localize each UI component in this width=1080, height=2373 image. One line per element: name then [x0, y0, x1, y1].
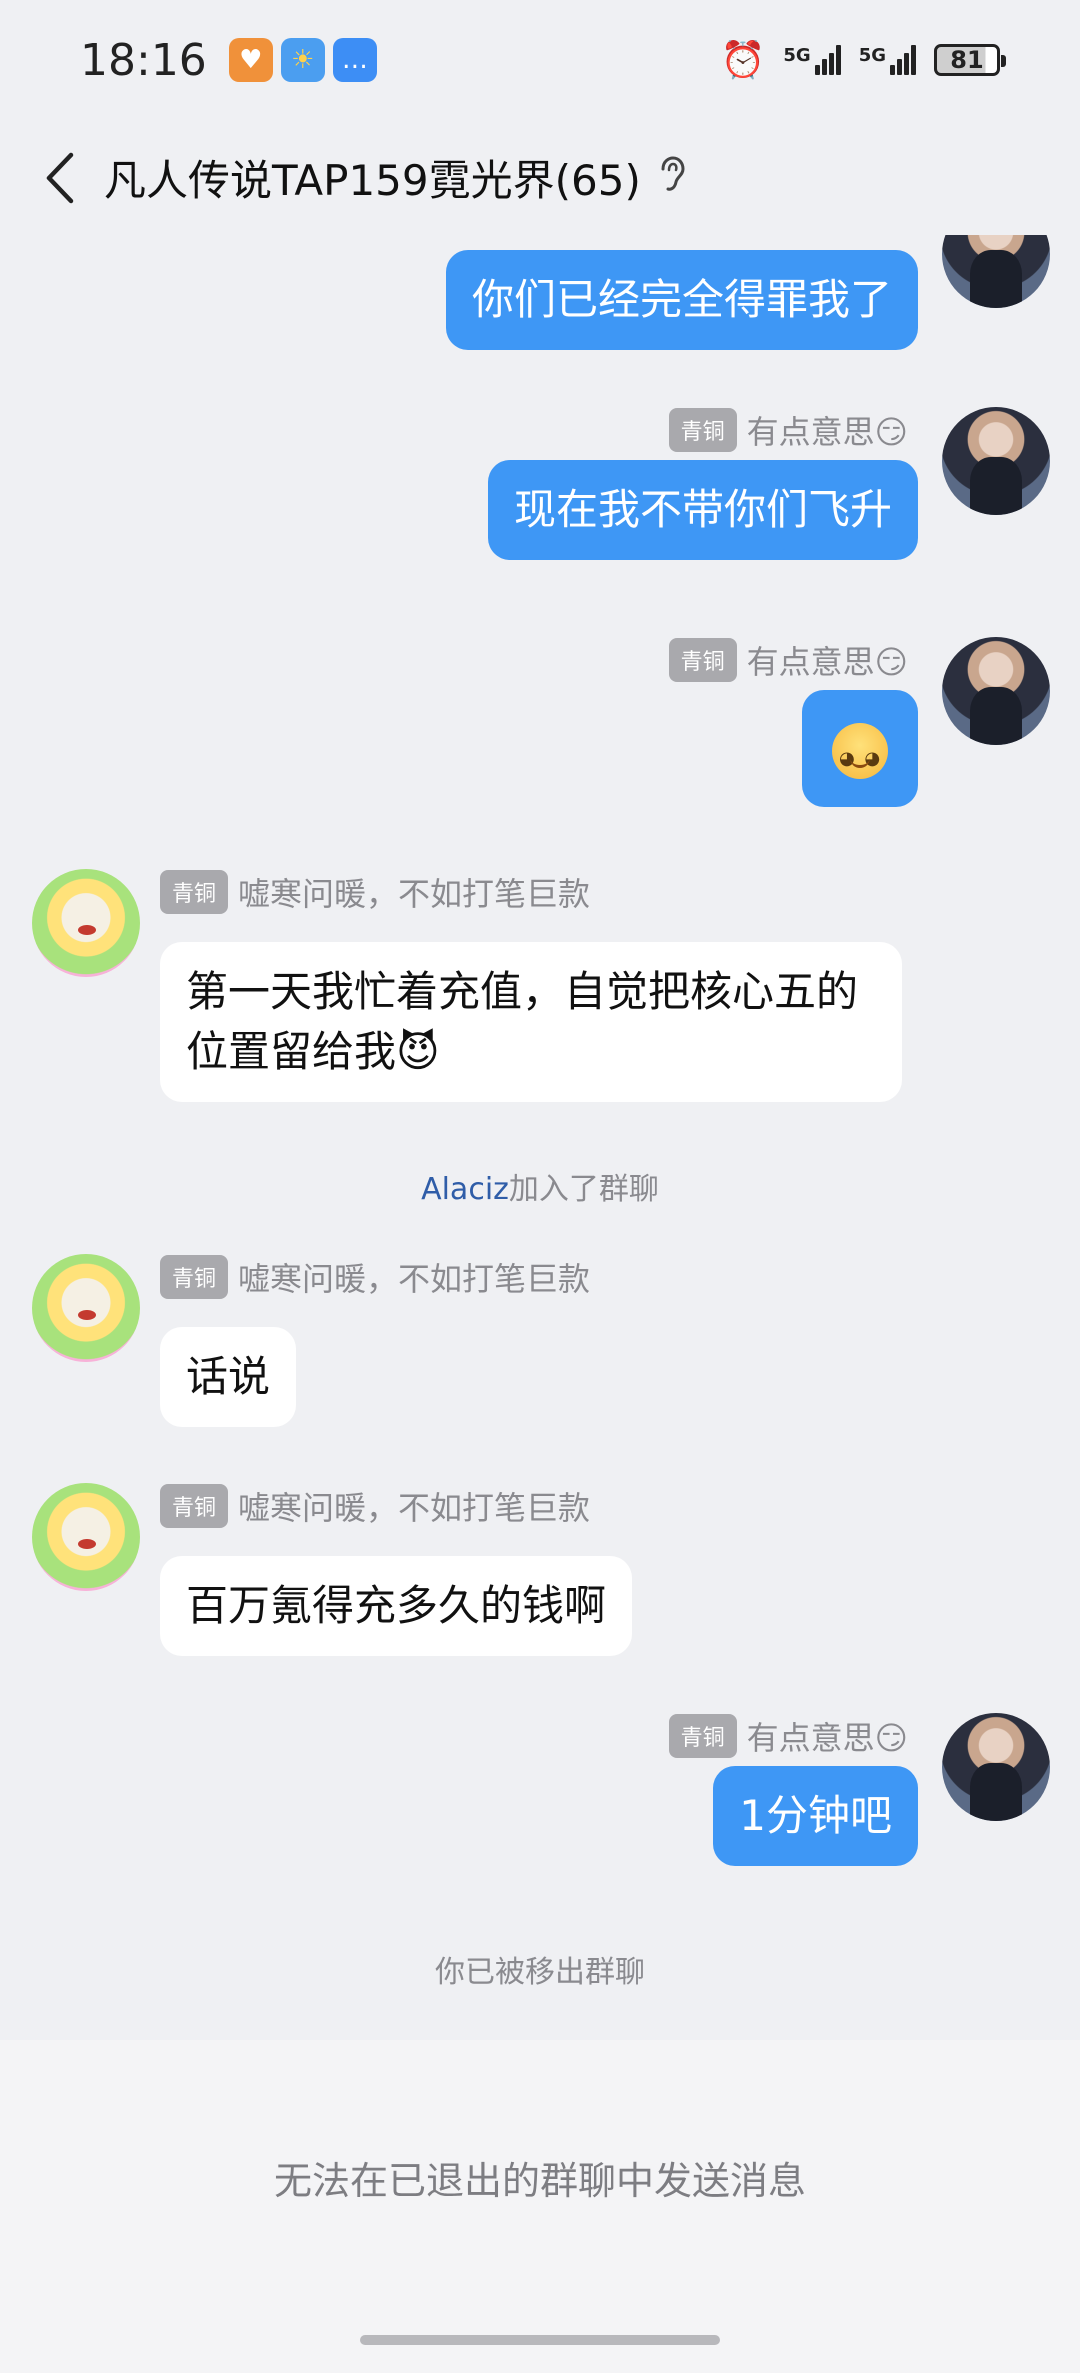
sender-name[interactable]: 嘘寒问暖，不如打笔巨款 — [238, 869, 590, 915]
avatar[interactable] — [32, 869, 140, 977]
sender-name[interactable]: 有点意思😏 — [747, 407, 908, 453]
group-title[interactable]: 凡人传说TAP159霓光界(65) — [104, 147, 641, 208]
ear-icon — [661, 155, 685, 191]
battery-level: 81 — [950, 46, 984, 74]
chevron-left-icon — [46, 152, 74, 203]
avatar[interactable] — [942, 407, 1050, 515]
level-badge: 青铜 — [668, 1714, 737, 1758]
level-badge: 青铜 — [668, 408, 737, 452]
home-indicator[interactable] — [360, 2335, 720, 2345]
avatar[interactable] — [942, 235, 1050, 308]
network-type-1: 5G — [783, 45, 811, 66]
level-badge: 青铜 — [160, 1255, 229, 1299]
message-bubble[interactable]: 话说 — [160, 1327, 297, 1427]
message-bubble[interactable]: 1分钟吧 — [713, 1766, 918, 1866]
message-list[interactable]: 你们已经完全得罪我了 青铜 有点意思😏 现在我不带你们飞升 青铜 有点意思😏 青… — [0, 235, 1080, 2040]
sender-meta: 青铜 有点意思😏 — [668, 637, 908, 683]
network-type-2: 5G — [858, 45, 886, 66]
chat-header: 凡人传说TAP159霓光界(65) — [0, 120, 1080, 235]
smirk-face-emoji-icon — [832, 722, 888, 789]
message-bubble[interactable]: 百万氪得充多久的钱啊 — [160, 1556, 633, 1656]
input-disabled-area: 无法在已退出的群聊中发送消息 — [0, 2040, 1080, 2373]
sender-name[interactable]: 嘘寒问暖，不如打笔巨款 — [238, 1483, 590, 1529]
sender-name[interactable]: 有点意思😏 — [747, 637, 908, 683]
alarm-icon: ⏰ — [720, 40, 766, 81]
avatar[interactable] — [32, 1483, 140, 1591]
back-button[interactable] — [30, 148, 90, 208]
avatar[interactable] — [32, 1254, 140, 1362]
level-badge: 青铜 — [160, 1484, 229, 1528]
avatar[interactable] — [942, 637, 1050, 745]
signal-icon: 5G — [783, 45, 841, 75]
status-time: 18:16 — [80, 34, 207, 86]
message-bubble[interactable]: 第一天我忙着充值，自觉把核心五的位置留给我😈 — [160, 942, 902, 1102]
battery-icon: 81 — [934, 44, 1006, 76]
earpiece-mode-icon[interactable] — [659, 155, 685, 200]
health-app-icon: ♥ — [228, 38, 273, 82]
sender-name[interactable]: 嘘寒问暖，不如打笔巨款 — [238, 1254, 590, 1300]
sender-meta: 青铜 有点意思😏 — [668, 1713, 908, 1759]
message-bubble-emoji[interactable] — [802, 690, 918, 807]
sender-name[interactable]: 有点意思😏 — [747, 1713, 908, 1759]
message-bubble[interactable]: 现在我不带你们飞升 — [487, 460, 918, 560]
system-join-notice: Alaciz加入了群聊 — [0, 1164, 1080, 1208]
avatar[interactable] — [942, 1713, 1050, 1821]
signal-icon-2: 5G — [859, 45, 916, 75]
message-bubble[interactable]: 你们已经完全得罪我了 — [445, 250, 918, 350]
weather-app-icon: ☀ — [280, 38, 325, 82]
level-badge: 青铜 — [160, 870, 229, 914]
system-removed-notice: 你已被移出群聊 — [435, 1955, 645, 1990]
sender-meta: 青铜 有点意思😏 — [668, 407, 908, 453]
status-bar: 18:16 ♥ ☀ … ⏰ 5G 5G 81 — [0, 0, 1080, 120]
level-badge: 青铜 — [668, 638, 737, 682]
sender-meta: 青铜 嘘寒问暖，不如打笔巨款 — [160, 1254, 590, 1300]
sender-meta: 青铜 嘘寒问暖，不如打笔巨款 — [160, 1483, 590, 1529]
join-notice-text: 加入了群聊 — [508, 1172, 659, 1207]
message-app-icon: … — [332, 38, 377, 82]
cannot-send-hint: 无法在已退出的群聊中发送消息 — [273, 2159, 806, 2203]
sender-meta: 青铜 嘘寒问暖，不如打笔巨款 — [160, 869, 590, 915]
joined-user-link[interactable]: Alaciz — [421, 1172, 509, 1207]
